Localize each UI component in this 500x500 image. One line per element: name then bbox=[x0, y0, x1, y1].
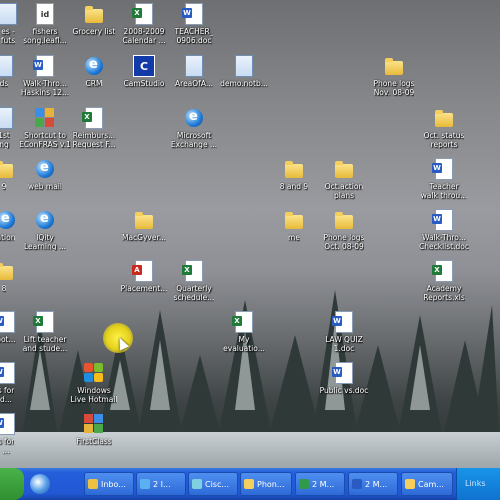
desktop-icon-teacher-walk-through[interactable]: W Teacher walk throu... bbox=[412, 158, 476, 200]
desktop-icon-macgyver[interactable]: MacGyver... bbox=[112, 209, 176, 242]
folder-icon bbox=[333, 209, 355, 231]
word-document-icon: W bbox=[0, 413, 17, 435]
word-document-icon: W bbox=[182, 3, 205, 25]
internet-explorer-icon bbox=[34, 209, 56, 231]
folder-icon bbox=[433, 107, 455, 129]
folder-icon bbox=[333, 158, 355, 180]
internet-explorer-icon bbox=[83, 55, 105, 77]
desktop-icon-iqity-learning[interactable]: IQity Learning ... bbox=[13, 209, 77, 251]
desktop-icon-my-evaluation[interactable]: X My evaluatio... bbox=[212, 311, 276, 353]
taskbar-button-camstudio[interactable]: Cam... bbox=[401, 472, 453, 496]
word-document-icon: W bbox=[0, 362, 17, 384]
folder-icon bbox=[283, 158, 305, 180]
desktop-icon-s-for[interactable]: Ws for ... bbox=[0, 413, 38, 455]
excel-document-icon: X bbox=[132, 3, 155, 25]
desktop-icon-phone-logs-nov[interactable]: Phone logs Nov. 08-09 bbox=[362, 55, 426, 97]
word-document-icon: W bbox=[332, 311, 355, 333]
folder-icon bbox=[0, 260, 15, 282]
links-label: Links bbox=[465, 479, 486, 488]
desktop-icon-quarterly-schedule[interactable]: X Quarterly schedule... bbox=[162, 260, 226, 302]
desktop-icon-reimbursement[interactable]: X Reimburs... Request F... bbox=[62, 107, 126, 149]
excel-document-icon: X bbox=[432, 260, 455, 282]
word-document-icon: W bbox=[332, 362, 355, 384]
taskbar: Inbo... 2 I... Cisc... Phon... 2 M... 2 … bbox=[0, 468, 500, 500]
internet-explorer-icon bbox=[34, 158, 56, 180]
folder-icon bbox=[383, 55, 405, 77]
desktop-icon-windows-live-hotmail[interactable]: Windows Live Hotmail bbox=[62, 362, 126, 404]
desktop-icon-web-mail[interactable]: web mail bbox=[13, 158, 77, 191]
camstudio-icon: C bbox=[133, 55, 155, 77]
desktop-icon-walk-through-checklist[interactable]: W Walk-Thro... Checklist.doc bbox=[412, 209, 476, 251]
desktop-icon-teacher-doc[interactable]: W TEACHER_ 0906.doc bbox=[162, 3, 226, 45]
pdf-document-icon: A bbox=[132, 260, 155, 282]
shortcut-app-icon bbox=[34, 107, 56, 129]
links-toolbar[interactable]: Links bbox=[456, 468, 500, 500]
taskbar-button-word-group[interactable]: 2 M... bbox=[348, 472, 398, 496]
taskbar-button-internet-explorer[interactable]: 2 I... bbox=[136, 472, 186, 496]
start-button[interactable] bbox=[0, 468, 24, 500]
folder-icon bbox=[283, 209, 305, 231]
desktop-icon-law-quiz[interactable]: W LAW QUIZ 1.doc bbox=[312, 311, 376, 353]
word-document-icon: W bbox=[432, 158, 455, 180]
desktop-icon-demo-notebook[interactable]: demo.notb... bbox=[212, 55, 276, 88]
word-document-icon: W bbox=[33, 55, 56, 77]
folder-icon bbox=[83, 3, 105, 25]
desktop-icon-phone-logs-oct[interactable]: Phone logs Oct. 08-09 bbox=[312, 209, 376, 251]
taskbar-button-inbox[interactable]: Inbo... bbox=[84, 472, 134, 496]
desktop-icon-firstclass[interactable]: FirstClass bbox=[62, 413, 126, 446]
document-icon: id bbox=[34, 3, 56, 25]
desktop-icon-8[interactable]: 8 bbox=[0, 260, 36, 293]
desktop[interactable]: es - futs id fishers song.leafl... Grocer… bbox=[0, 0, 500, 468]
document-icon bbox=[233, 55, 255, 77]
firstclass-icon bbox=[83, 413, 105, 435]
taskbar-button-phone-logs[interactable]: Phon... bbox=[240, 472, 292, 496]
desktop-icon-microsoft-exchange[interactable]: Microsoft Exchange ... bbox=[162, 107, 226, 149]
desktop-icon-oct-status-reports[interactable]: Oct. status reports bbox=[412, 107, 476, 149]
internet-explorer-icon bbox=[183, 107, 205, 129]
desktop-icon-s-for-d[interactable]: Ws for d... bbox=[0, 362, 38, 404]
excel-document-icon: X bbox=[182, 260, 205, 282]
internet-explorer-icon bbox=[140, 479, 150, 489]
document-icon bbox=[183, 55, 205, 77]
desktop-icon-public-vs[interactable]: W Public vs.doc bbox=[312, 362, 376, 395]
word-icon bbox=[352, 479, 362, 489]
excel-document-icon: X bbox=[82, 107, 105, 129]
excel-document-icon: X bbox=[232, 311, 255, 333]
zipped-folder-icon bbox=[133, 209, 155, 231]
taskbar-button-excel-group[interactable]: 2 M... bbox=[295, 472, 345, 496]
desktop-icon-lift-teacher[interactable]: X Lift teacher and stude... bbox=[13, 311, 77, 353]
taskbar-button-cisco[interactable]: Cisc... bbox=[188, 472, 238, 496]
windows-live-icon bbox=[83, 362, 105, 384]
desktop-icon-academy-reports[interactable]: X Academy Reports.xls bbox=[412, 260, 476, 302]
outlook-icon bbox=[88, 479, 98, 489]
folder-icon bbox=[405, 479, 415, 489]
folder-icon bbox=[244, 479, 254, 489]
desktop-icon-oct-action-plans[interactable]: Oct.action plans bbox=[312, 158, 376, 200]
excel-icon bbox=[299, 479, 309, 489]
media-player-icon[interactable] bbox=[30, 474, 50, 494]
cisco-icon bbox=[192, 479, 202, 489]
word-document-icon: W bbox=[432, 209, 455, 231]
excel-document-icon: X bbox=[33, 311, 56, 333]
